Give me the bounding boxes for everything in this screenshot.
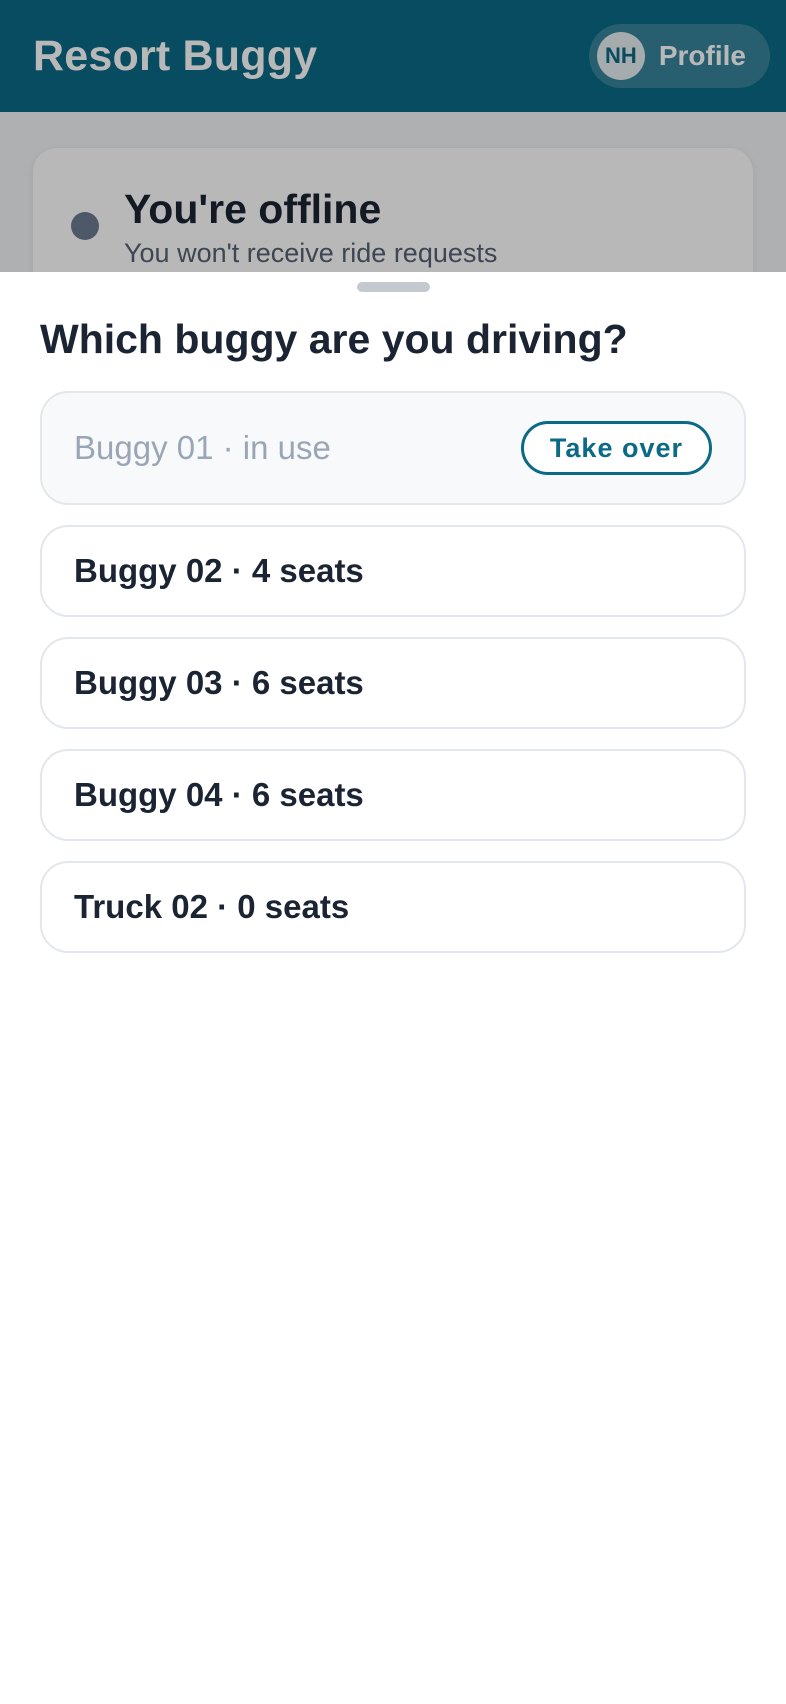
sheet-drag-handle[interactable] xyxy=(357,282,430,292)
vehicle-option-label: Truck 02 · 0 seats xyxy=(74,888,350,925)
vehicle-option-label: Buggy 02 · 4 seats xyxy=(74,552,364,589)
sheet-title: Which buggy are you driving? xyxy=(40,316,628,362)
take-over-button[interactable]: Take over xyxy=(520,421,712,475)
vehicle-option-buggy-01: Buggy 01 · in use Take over xyxy=(40,391,746,505)
vehicle-option-label: Buggy 04 · 6 seats xyxy=(74,776,364,813)
vehicle-option-buggy-04[interactable]: Buggy 04 · 6 seats xyxy=(40,749,746,841)
vehicle-option-label: Buggy 03 · 6 seats xyxy=(74,664,364,701)
vehicle-option-label: Buggy 01 · in use xyxy=(74,429,331,466)
vehicle-option-truck-02[interactable]: Truck 02 · 0 seats xyxy=(40,861,746,953)
vehicle-select-sheet: Which buggy are you driving? Buggy 01 · … xyxy=(0,272,786,1704)
vehicle-option-buggy-03[interactable]: Buggy 03 · 6 seats xyxy=(40,637,746,729)
vehicle-option-buggy-02[interactable]: Buggy 02 · 4 seats xyxy=(40,525,746,617)
screen: Resort Buggy NH Profile You're offline Y… xyxy=(0,0,786,1704)
